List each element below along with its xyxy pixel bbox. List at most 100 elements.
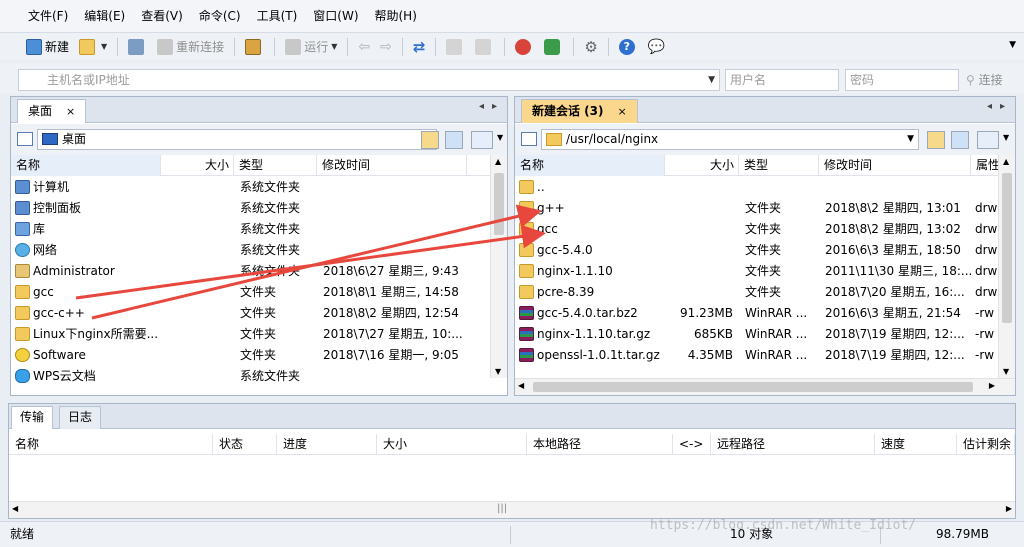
copy-button[interactable] (442, 36, 469, 58)
column-size[interactable]: 大小 (665, 155, 739, 176)
list-item[interactable]: gcc-5.4.0.tar.bz2 91.23MB WinRAR ... 2016\6… (515, 303, 1015, 324)
list-item[interactable]: .. (515, 177, 1015, 198)
scrollbar-grip-icon[interactable]: ||| (497, 503, 507, 514)
parent-folder-icon[interactable] (927, 131, 945, 149)
menu-view[interactable]: 查看(V) (133, 5, 191, 27)
close-icon[interactable]: × (66, 105, 75, 118)
remote-path-select[interactable]: /usr/local/nginx ▼ (541, 129, 919, 150)
list-item[interactable]: Linux下nginx所需要... 文件夹 2018\7\27 星期五, 10:..… (11, 324, 507, 345)
tab-desktop[interactable]: 桌面 × (17, 99, 87, 123)
scroll-right-icon[interactable]: ▶ (989, 381, 995, 390)
list-item[interactable]: 控制面板 系统文件夹 (11, 198, 507, 219)
column-progress[interactable]: 进度 (277, 434, 377, 455)
help-button[interactable]: ? (615, 36, 642, 58)
xftp-button[interactable] (540, 36, 567, 58)
tab-log[interactable]: 日志 (59, 406, 102, 429)
reconnect-button[interactable]: 重新连接 (153, 36, 228, 58)
local-vertical-scrollbar[interactable]: ▲ ▼ (490, 155, 507, 378)
list-item[interactable]: gcc 文件夹 2018\8\1 星期三, 14:58 (11, 282, 507, 303)
list-item[interactable]: Software 文件夹 2018\7\16 星期一, 9:05 (11, 345, 507, 366)
list-item[interactable]: openssl-1.0.1t.tar.gz 4.35MB WinRAR ... 201… (515, 345, 1015, 366)
list-item[interactable]: Administrator 系统文件夹 2018\6\27 星期三, 9:43 (11, 261, 507, 282)
scroll-down-icon[interactable]: ▼ (495, 367, 501, 376)
password-input[interactable]: 密码 (845, 69, 959, 91)
transfer-horizontal-scrollbar[interactable]: ◀ ||| ▶ (9, 501, 1015, 518)
column-type[interactable]: 类型 (234, 155, 317, 176)
refresh-icon[interactable] (951, 131, 969, 149)
tab-session[interactable]: 新建会话 (3) × (521, 99, 638, 123)
list-view-icon[interactable] (17, 132, 33, 146)
chat-button[interactable]: 💬 (644, 36, 669, 58)
list-item[interactable]: gcc-5.4.0 文件夹 2016\6\3 星期五, 18:50 drw (515, 240, 1015, 261)
remote-vertical-scrollbar[interactable]: ▲ ▼ (998, 155, 1015, 378)
column-mtime[interactable]: 修改时间 (317, 155, 467, 176)
host-input[interactable]: 主机名或IP地址 ▼ (18, 69, 720, 91)
column-mtime[interactable]: 修改时间 (819, 155, 971, 176)
properties-button[interactable] (241, 36, 268, 58)
column-status[interactable]: 状态 (213, 434, 277, 455)
scroll-right-icon[interactable]: ▶ (1006, 504, 1012, 513)
tab-transfer[interactable]: 传输 (11, 406, 54, 429)
list-item[interactable]: g++ 文件夹 2018\8\2 星期四, 13:01 drw (515, 198, 1015, 219)
menu-window[interactable]: 窗口(W) (305, 5, 366, 27)
new-button[interactable]: 新建 (22, 36, 73, 58)
list-item[interactable]: nginx-1.1.10.tar.gz 685KB WinRAR ... 2018\7… (515, 324, 1015, 345)
menu-command[interactable]: 命令(C) (191, 5, 249, 27)
chevron-down-icon[interactable]: ▼ (708, 70, 715, 90)
menu-tools[interactable]: 工具(T) (249, 5, 306, 27)
chevron-down-icon[interactable]: ▼ (497, 133, 503, 142)
parent-folder-icon[interactable] (421, 131, 439, 149)
scroll-up-icon[interactable]: ▲ (495, 157, 501, 166)
column-size[interactable]: 大小 (161, 155, 234, 176)
view-mode-icon[interactable] (977, 131, 999, 149)
scrollbar-thumb[interactable] (494, 173, 504, 235)
scroll-left-icon[interactable]: ◀ (518, 381, 524, 390)
column-remote-path[interactable]: 远程路径 (711, 434, 875, 455)
tab-scroll-arrows[interactable]: ◂▸ (987, 101, 1013, 112)
scrollbar-thumb[interactable] (533, 382, 973, 392)
list-item[interactable]: 网络 系统文件夹 (11, 240, 507, 261)
list-item[interactable]: 库 系统文件夹 (11, 219, 507, 240)
list-item[interactable]: WPS云文档 系统文件夹 (11, 366, 507, 387)
column-type[interactable]: 类型 (739, 155, 819, 176)
scroll-left-icon[interactable]: ◀ (12, 504, 18, 513)
column-name[interactable]: 名称 (9, 434, 213, 455)
scroll-up-icon[interactable]: ▲ (1003, 157, 1009, 166)
list-item[interactable]: nginx-1.1.10 文件夹 2011\11\30 星期三, 18:... drw (515, 261, 1015, 282)
xshell-button[interactable] (511, 36, 538, 58)
remote-horizontal-scrollbar[interactable]: ◀ ▶ (515, 378, 1015, 395)
sync-button[interactable]: ⇄ (409, 36, 430, 58)
list-item[interactable]: gcc 文件夹 2018\8\2 星期四, 13:02 drw (515, 219, 1015, 240)
back-button[interactable]: ⇦ (354, 36, 374, 58)
column-direction[interactable]: <-> (673, 434, 711, 455)
scrollbar-thumb[interactable] (1002, 173, 1012, 323)
menu-help[interactable]: 帮助(H) (367, 5, 425, 27)
menu-edit[interactable]: 编辑(E) (76, 5, 133, 27)
open-button[interactable]: ▼ (75, 36, 111, 58)
chevron-down-icon[interactable]: ▼ (907, 130, 914, 149)
scroll-down-icon[interactable]: ▼ (1003, 367, 1009, 376)
forward-button[interactable]: ⇨ (376, 36, 396, 58)
chevron-down-icon[interactable]: ▼ (1003, 133, 1009, 142)
column-size[interactable]: 大小 (377, 434, 527, 455)
column-speed[interactable]: 速度 (875, 434, 957, 455)
close-icon[interactable]: × (618, 105, 627, 118)
view-mode-icon[interactable] (471, 131, 493, 149)
run-button[interactable]: 运行 ▼ (281, 36, 341, 58)
list-item[interactable]: 计算机 系统文件夹 (11, 177, 507, 198)
list-item[interactable]: pcre-8.39 文件夹 2018\7\20 星期五, 16:... drw (515, 282, 1015, 303)
menu-file[interactable]: 文件(F) (20, 5, 76, 27)
list-item[interactable]: gcc-c++ 文件夹 2018\8\2 星期四, 12:54 (11, 303, 507, 324)
connect-icon-button[interactable] (124, 36, 151, 58)
column-eta[interactable]: 估计剩余 (957, 434, 1015, 455)
tab-scroll-arrows[interactable]: ◂▸ (479, 101, 505, 112)
column-local-path[interactable]: 本地路径 (527, 434, 673, 455)
connect-button[interactable]: ⚲ 连接 (966, 70, 1003, 90)
username-input[interactable]: 用户名 (725, 69, 839, 91)
list-view-icon[interactable] (521, 132, 537, 146)
refresh-icon[interactable] (445, 131, 463, 149)
toolbar-overflow-icon[interactable]: ▼ (1009, 40, 1016, 50)
options-button[interactable]: ⚙ (580, 36, 601, 58)
paste-button[interactable] (471, 36, 498, 58)
local-path-select[interactable]: 桌面 ▼ (37, 129, 437, 150)
